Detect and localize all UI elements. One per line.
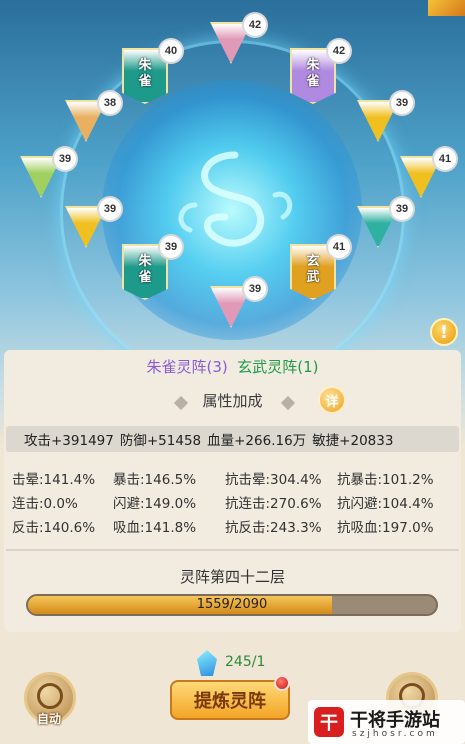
stat-cell: 抗反击:243.3% (225, 520, 322, 536)
stat-cell: 抗暴击:101.2% (337, 472, 434, 488)
progress-text: 1559/2090 (196, 597, 268, 612)
level-badge: 39 (99, 198, 121, 220)
formation-pennant[interactable]: 38 (65, 92, 121, 142)
formation-pennant[interactable]: 41 (400, 148, 456, 198)
formation-banner[interactable]: 朱 雀 40 (122, 40, 182, 104)
stats-row: 反击:140.6% 吸血:141.8% 抗反击:243.3% 抗吸血:197.0… (12, 514, 457, 538)
level-badge: 38 (99, 92, 121, 114)
gem-icon (197, 650, 217, 676)
stats-row: 连击:0.0% 闪避:149.0% 抗连击:270.6% 抗闪避:104.4% (12, 490, 457, 514)
formation-pennant[interactable]: 39 (357, 198, 413, 248)
gem-count: 245/1 (225, 654, 266, 670)
stat-cell: 暴击:146.5% (113, 472, 197, 488)
stat-defense: 防御+51458 (119, 433, 202, 449)
stat-agility: 敏捷+20833 (312, 433, 394, 449)
detail-button[interactable]: 详 (318, 386, 346, 414)
main-stats-bar: 攻击+391497 防御+51458 血量+266.16万 敏捷+20833 (6, 426, 459, 452)
attribute-bonus-title: 属性加成 (202, 392, 263, 410)
formation-pennant[interactable]: 39 (357, 92, 413, 142)
formation-banner[interactable]: 朱 雀 42 (290, 40, 350, 104)
stat-cell: 闪避:149.0% (113, 496, 197, 512)
stats-grid: 击晕:141.4% 暴击:146.5% 抗击晕:304.4% 抗暴击:101.2… (12, 466, 457, 538)
stat-cell: 抗击晕:304.4% (225, 472, 322, 488)
stats-row: 击晕:141.4% 暴击:146.5% 抗击晕:304.4% 抗暴击:101.2… (12, 466, 457, 490)
stat-cell: 吸血:141.8% (113, 520, 197, 536)
stat-attack: 攻击+391497 (24, 433, 114, 449)
level-badge: 39 (160, 236, 182, 258)
level-badge: 41 (328, 236, 350, 258)
stat-cell: 反击:140.6% (12, 520, 96, 536)
stat-hp: 血量+266.16万 (207, 433, 307, 449)
stat-cell: 抗连击:270.6% (225, 496, 322, 512)
banner-label: 朱 雀 (306, 58, 320, 89)
formation-banner[interactable]: 玄 武 41 (290, 236, 350, 300)
level-badge: 39 (391, 198, 413, 220)
stat-cell: 抗闪避:104.4% (337, 496, 434, 512)
level-badge: 42 (328, 40, 350, 62)
stat-cell: 抗吸血:197.0% (337, 520, 434, 536)
level-badge: 40 (160, 40, 182, 62)
formation-pennant[interactable]: 39 (65, 198, 121, 248)
banner-label: 朱 雀 (138, 58, 152, 89)
formation-pennant[interactable]: 42 (210, 14, 266, 64)
watermark-url: szjhosr.com (352, 729, 438, 739)
divider (6, 549, 459, 551)
formation-summary: 朱雀灵阵(3) 玄武灵阵(1) (0, 356, 465, 377)
level-badge: 39 (54, 148, 76, 170)
level-badge: 39 (244, 278, 266, 300)
refine-button[interactable]: 提炼灵阵 (170, 680, 290, 720)
layer-progress-bar: 1559/2090 (26, 594, 438, 616)
watermark-logo: 干 (314, 707, 344, 737)
dragon-emblem-icon (178, 151, 293, 247)
formation-zhuque: 朱雀灵阵(3) (146, 358, 228, 376)
level-badge: 39 (391, 92, 413, 114)
layer-title: 灵阵第四十二层 (179, 568, 285, 586)
formation-pennant[interactable]: 39 (20, 148, 76, 198)
stat-cell: 击晕:141.4% (12, 472, 96, 488)
corner-ribbon (428, 0, 465, 16)
auto-label: 自动 (36, 712, 61, 726)
taiji-icon (37, 683, 63, 709)
formation-banner[interactable]: 朱 雀 39 (122, 236, 182, 300)
banner-label: 朱 雀 (138, 254, 152, 285)
level-badge: 41 (434, 148, 456, 170)
stat-cell: 连击:0.0% (12, 496, 78, 512)
alert-icon[interactable]: ! (430, 318, 458, 346)
notification-dot (274, 675, 290, 691)
level-badge: 42 (244, 14, 266, 36)
formation-pennant[interactable]: 39 (210, 278, 266, 328)
game-screen: 42 朱 雀 40 朱 雀 42 38 39 39 41 39 39 朱 雀 39 玄 武 41 39 ! 朱… (0, 0, 465, 744)
formation-xuanwu: 玄武灵阵(1) (237, 358, 319, 376)
banner-label: 玄 武 (306, 254, 320, 285)
